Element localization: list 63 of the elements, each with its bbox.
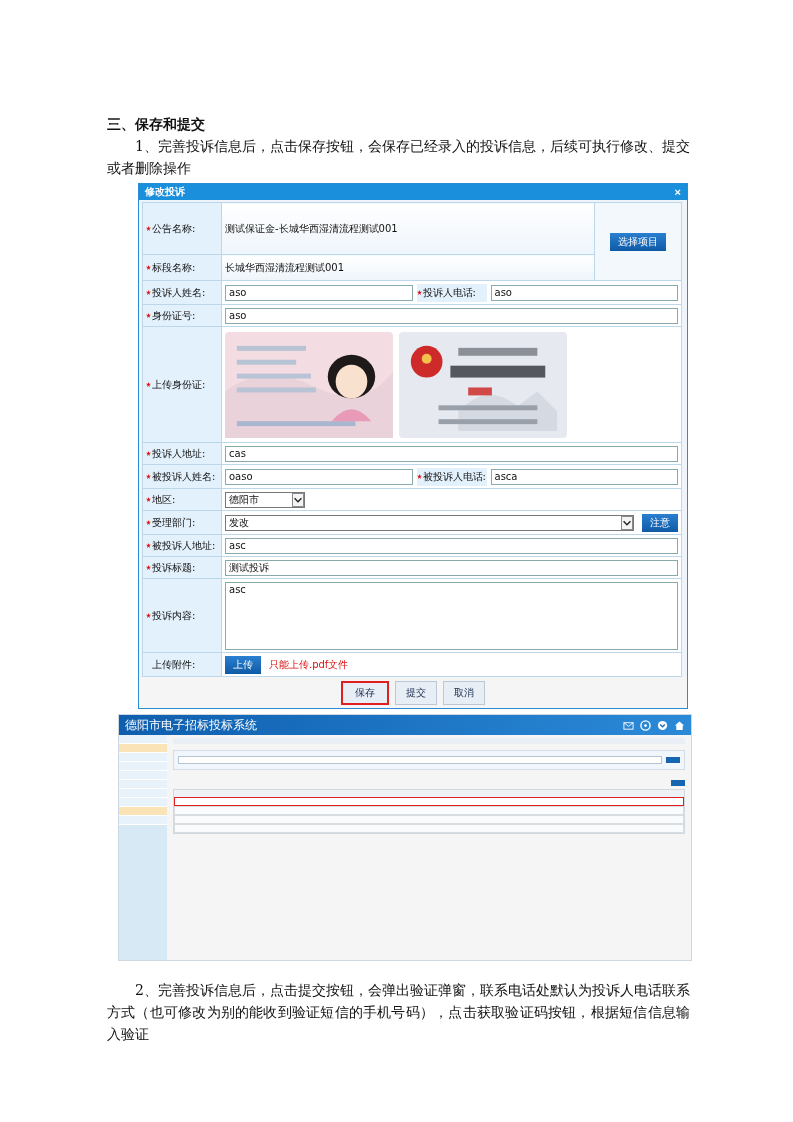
field-label: 地区: [152,492,176,507]
sidebar-item[interactable] [119,771,167,780]
input-field[interactable]: oaso [225,468,413,485]
sidebar-item[interactable] [119,780,167,789]
field-value: 测试保证金-长城华西湿清流程测试001 [225,222,398,234]
dialog-title: 修改投诉 [145,185,185,199]
input-field[interactable]: aso [225,307,678,324]
sidebar-item[interactable] [119,816,167,825]
sidebar-item[interactable] [119,762,167,771]
input-field[interactable]: aso [225,284,413,301]
field-label: 投诉人电话: [422,285,476,300]
field-value: 长城华西湿清流程测试001 [225,261,345,273]
field-label: 上传身份证: [152,377,206,392]
dropdown[interactable]: 德阳市 [225,491,305,508]
field-label: 被投诉人电话: [422,469,486,484]
field-label: 被投诉人姓名: [152,469,216,484]
section-heading: 三、保存和提交 [107,115,206,134]
upload-hint: 只能上传.pdf文件 [269,657,349,672]
sidebar-item[interactable] [119,753,167,762]
input-field[interactable]: aso [490,284,678,301]
dialog-button[interactable]: 取消 [443,681,485,705]
field-label: 投诉人姓名: [152,285,206,300]
sidebar-item[interactable] [119,798,167,807]
search-button[interactable] [666,757,680,763]
field-label: 投诉人地址: [152,446,206,461]
mail-icon[interactable] [623,719,634,731]
input-field[interactable]: asc [225,537,678,554]
home-icon[interactable] [674,719,685,731]
upload-button[interactable]: 上传 [225,655,261,674]
close-button[interactable]: × [674,185,681,199]
help-icon[interactable] [640,719,651,731]
sidebar-item[interactable] [119,744,167,753]
field-label: 投诉内容: [152,608,196,623]
add-button[interactable] [671,780,685,786]
dialog-button[interactable]: 提交 [395,681,437,705]
down-icon[interactable] [657,719,668,731]
field-label: 受理部门: [152,515,196,530]
required-icon [416,474,422,479]
paragraph: 2、完善投诉信息后，点击提交按钮，会弹出验证弹窗，联系电话处默认为投诉人电话联系方式（也可修改为别的能收到验证短信的手机号码），点击获取验证码按钮，根据短信信息输入验证 [107,981,690,1044]
field-label: 身份证号: [152,308,196,323]
field-label: 投诉标题: [152,560,196,575]
sidebar-item[interactable] [119,807,167,816]
sidebar-item[interactable] [119,735,167,744]
dropdown[interactable]: 发改 [225,514,634,531]
caret-icon [621,515,633,530]
input-field[interactable]: cas [225,445,678,462]
input-field[interactable]: asca [490,468,678,485]
paragraph: 1、完善投诉信息后，点击保存按钮，会保存已经录入的投诉信息，后续可执行修改、提交或者删除操作 [107,137,690,178]
field-label: 公告名称: [152,221,196,236]
select-project-button[interactable]: 选择项目 [610,232,666,251]
sidebar-item[interactable] [119,789,167,798]
field-label: 标段名称: [152,260,196,275]
note-button[interactable]: 注意 [642,513,678,532]
app-title: 德阳市电子招标投标系统 [125,716,257,734]
text-area[interactable]: asc [225,581,678,650]
field-label: 上传附件: [152,657,196,672]
field-label: 被投诉人地址: [152,538,216,553]
table-row[interactable] [174,797,684,806]
input-field[interactable]: 测试投诉 [225,559,678,576]
dialog-button[interactable]: 保存 [341,681,389,705]
caret-icon [292,492,304,507]
required-icon [416,290,422,295]
search-field[interactable] [178,756,662,764]
